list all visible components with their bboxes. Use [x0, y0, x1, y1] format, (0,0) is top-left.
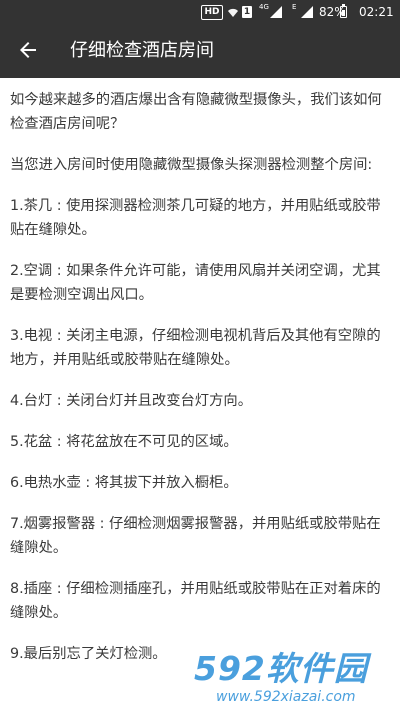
- clock: 02:21: [359, 5, 394, 19]
- back-button[interactable]: [8, 30, 48, 70]
- network-e-label: E: [292, 3, 297, 11]
- wifi-icon: [228, 8, 238, 17]
- step-air-conditioner: 2.空调 : 如果条件允许可能，请使用风扇并关闭空调，尤其是要检测空调出风口。: [10, 263, 381, 303]
- arrow-back-icon: [20, 42, 36, 58]
- instruction-paragraph: 当您进入房间时使用隐藏微型摄像头探测器检测整个房间:: [10, 157, 373, 173]
- signal-strength-icon-2: [301, 6, 313, 18]
- hd-voice-icon: HD: [201, 5, 223, 20]
- battery-fill: [342, 9, 345, 16]
- watermark-logo: 592软件园 www.592xiazai.com: [194, 651, 394, 709]
- step-tea-table: 1.茶几 : 使用探测器检测茶几可疑的地方，并用贴纸或胶带贴在缝隙处。: [10, 198, 381, 238]
- watermark-logo-text: 592软件园: [194, 649, 368, 688]
- watermark-url: www.592xiazai.com: [216, 689, 356, 705]
- intro-paragraph: 如今越来越多的酒店爆出含有隐藏微型摄像头，我们该如何检查酒店房间呢？: [10, 92, 382, 132]
- page-title: 仔细检查酒店房间: [70, 40, 214, 61]
- battery-icon: [340, 4, 347, 18]
- step-electric-kettle: 6.电热水壶 : 将其拔下并放入橱柜。: [10, 475, 238, 491]
- step-television: 3.电视 : 关闭主电源，仔细检测电视机背后及其他有空隙的地方，并用贴纸或胶带贴…: [10, 328, 381, 368]
- step-smoke-alarm: 7.烟雾报警器 : 仔细检测烟雾报警器，并用贴纸或胶带贴在缝隙处。: [10, 516, 381, 556]
- status-bar: HD 1 4G E 82% 02:21: [0, 0, 400, 24]
- signal-strength-icon-1: [270, 6, 282, 18]
- step-desk-lamp: 4.台灯 : 关闭台灯并且改变台灯方向。: [10, 393, 252, 409]
- app-bar: 仔细检查酒店房间: [0, 24, 400, 78]
- step-power-socket: 8.插座 : 仔细检测插座孔，并用贴纸或胶带贴在正对着床的缝隙处。: [10, 581, 381, 621]
- article-content: 如今越来越多的酒店爆出含有隐藏微型摄像头，我们该如何检查酒店房间呢？ 当您进入房…: [10, 88, 390, 683]
- network-4g-label: 4G: [259, 3, 269, 11]
- sim-icon: 1: [242, 6, 252, 18]
- step-flower-pot: 5.花盆 : 将花盆放在不可见的区域。: [10, 434, 238, 450]
